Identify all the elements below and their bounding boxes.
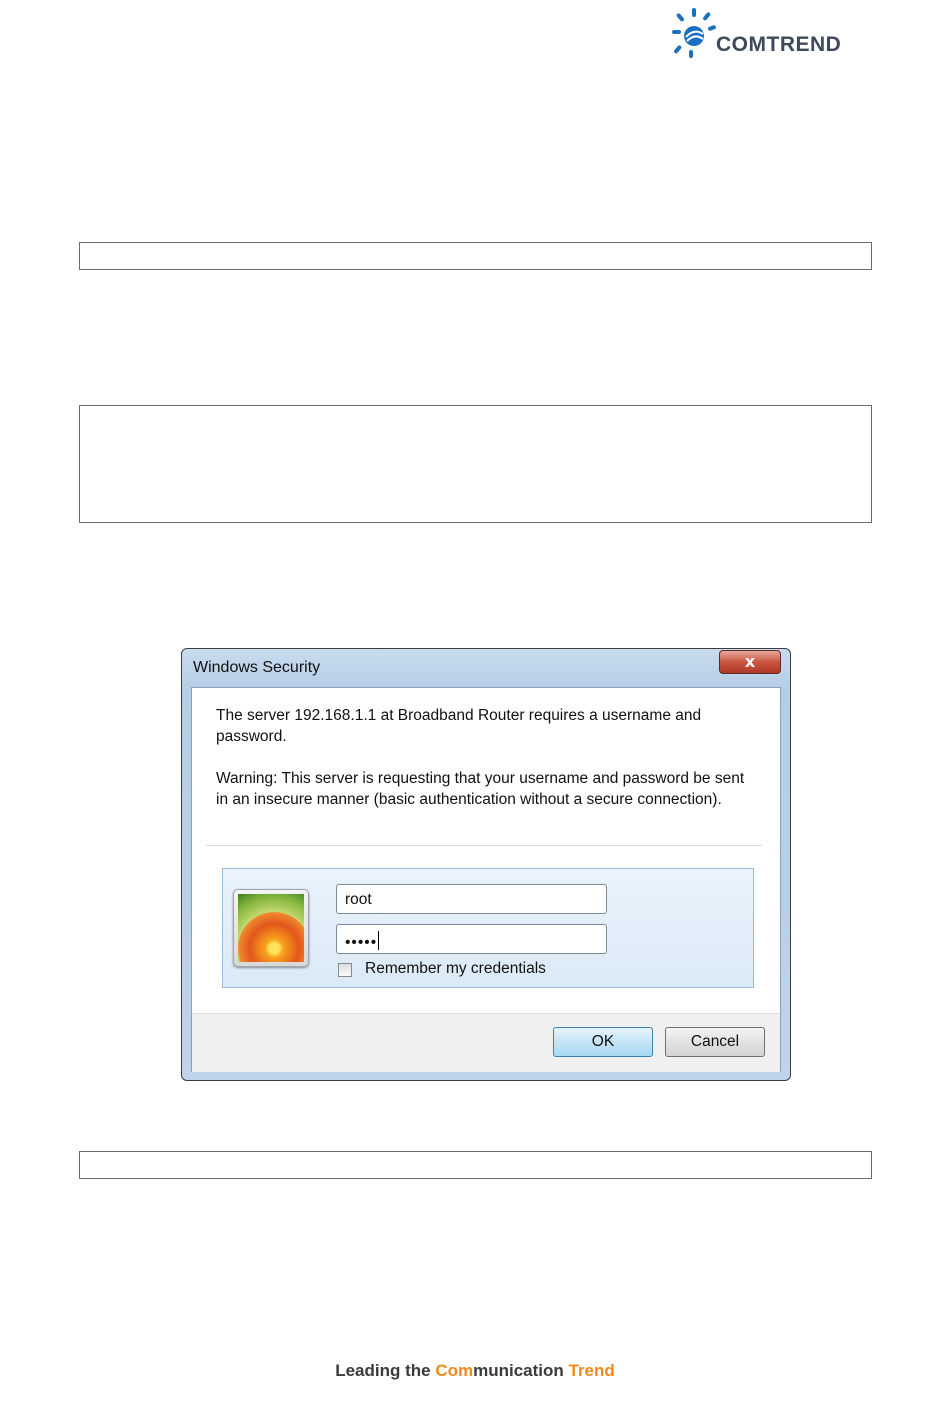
close-button[interactable]: x xyxy=(719,650,781,674)
username-input[interactable]: root xyxy=(336,884,607,914)
warning-message: Warning: This server is requesting that … xyxy=(216,770,745,808)
footer-tagline: Leading the Communication Trend xyxy=(0,1361,950,1381)
tagline-part2: munication xyxy=(473,1361,569,1380)
user-avatar xyxy=(233,889,309,967)
sunburst-icon xyxy=(672,8,716,58)
dialog-button-bar: OK Cancel xyxy=(192,1013,780,1072)
cancel-button[interactable]: Cancel xyxy=(665,1027,765,1057)
remember-label[interactable]: Remember my credentials xyxy=(365,960,546,978)
credential-panel: root ••••• Remember my credentials xyxy=(222,868,754,988)
password-value: ••••• xyxy=(345,934,378,951)
username-value: root xyxy=(345,891,372,908)
ok-button[interactable]: OK xyxy=(553,1027,653,1057)
password-input[interactable]: ••••• xyxy=(336,924,607,954)
comtrend-logo: COMTREND xyxy=(672,6,862,58)
flower-icon xyxy=(238,894,304,962)
divider xyxy=(206,845,762,846)
tagline-part1: Leading the xyxy=(335,1361,436,1380)
tagline-highlight1: Com xyxy=(435,1361,474,1380)
dialog-title: Windows Security xyxy=(193,659,321,676)
remember-checkbox[interactable] xyxy=(338,963,352,977)
windows-security-dialog: Windows Security x The server 192.168.1.… xyxy=(181,648,791,1081)
text-caret xyxy=(378,931,380,950)
empty-note-box xyxy=(79,1151,872,1179)
empty-note-box xyxy=(79,405,872,523)
empty-note-box xyxy=(79,242,872,270)
logo-wordmark: COMTREND xyxy=(716,33,842,56)
tagline-highlight2: Trend xyxy=(568,1361,615,1380)
dialog-body: The server 192.168.1.1 at Broadband Rout… xyxy=(191,687,781,1072)
server-message: The server 192.168.1.1 at Broadband Rout… xyxy=(216,707,702,745)
